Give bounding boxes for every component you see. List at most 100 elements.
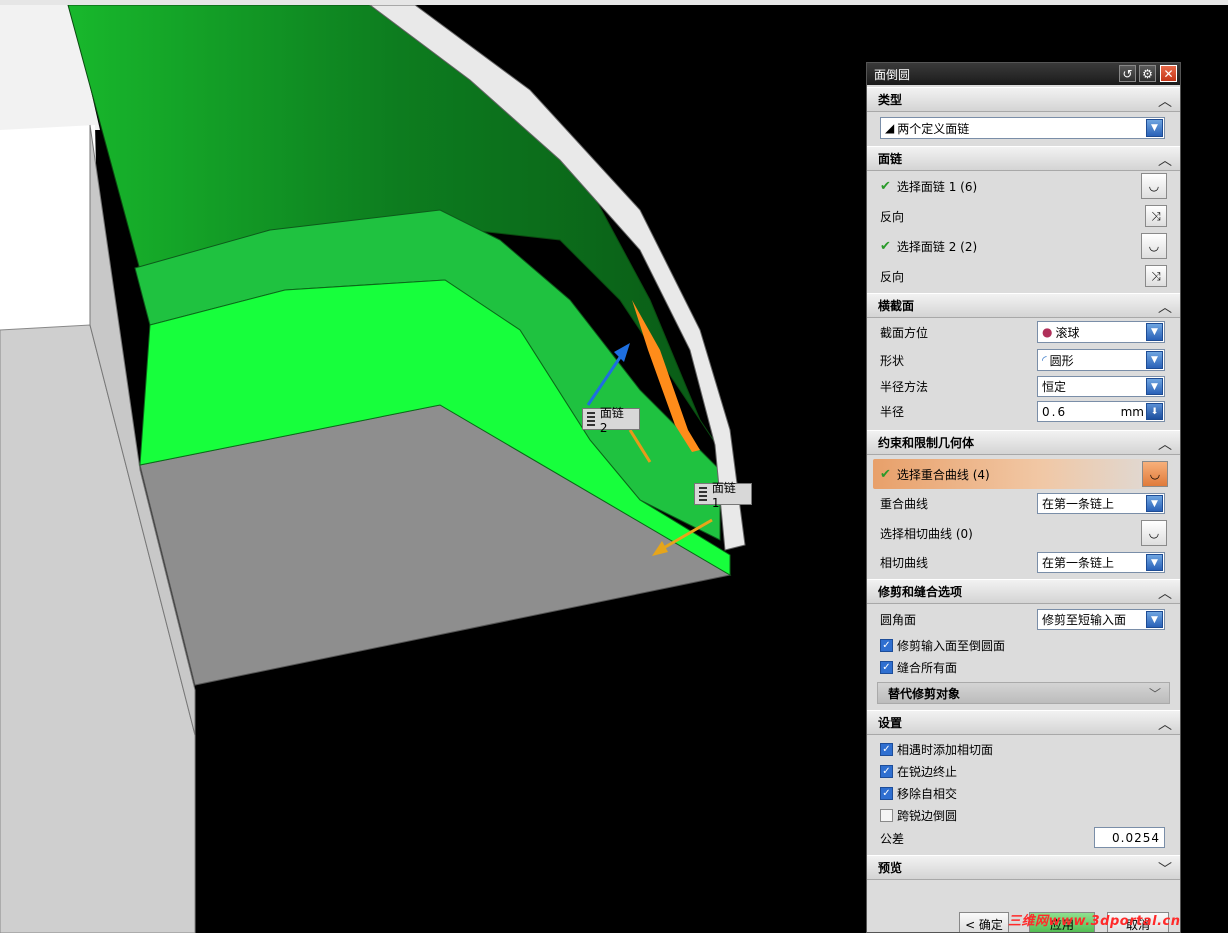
ok-button-label: < 确定	[965, 917, 1003, 932]
chevron-up-icon[interactable]: ︿	[1158, 91, 1172, 111]
section-constraint-header[interactable]: 约束和限制几何体 ︿	[867, 430, 1180, 455]
reverse-direction-icon[interactable]: ⤨	[1145, 205, 1167, 227]
section-trim-header[interactable]: 修剪和缝合选项 ︿	[867, 579, 1180, 604]
coincident-row: 重合曲线 在第一条链上 ▼	[867, 489, 1180, 518]
tangent-select[interactable]: 在第一条链上 ▼	[1037, 552, 1165, 573]
section-constraint-title: 约束和限制几何体	[878, 436, 975, 450]
sew-all-row[interactable]: ✓ 缝合所有面	[867, 656, 1180, 678]
face-chain-1-label[interactable]: 面链 1	[694, 481, 752, 510]
add-tangent-checkbox[interactable]: ✓	[880, 742, 893, 756]
chevron-down-icon[interactable]: ﹀	[1149, 685, 1161, 702]
tangent-row: 相切曲线 在第一条链上 ▼	[867, 548, 1180, 577]
close-icon[interactable]: ✕	[1160, 65, 1177, 82]
section-cross-header[interactable]: 横截面 ︿	[867, 293, 1180, 318]
gear-icon[interactable]: ⚙	[1139, 65, 1156, 82]
radius-input[interactable]: 0.6 mm ⬇	[1037, 401, 1165, 422]
shape-label: 形状	[880, 353, 905, 368]
chevron-up-icon[interactable]: ︿	[1158, 297, 1172, 317]
rolling-ball-icon: ●	[1042, 325, 1053, 339]
chevron-down-icon[interactable]: ▼	[1146, 351, 1163, 369]
chevron-down-icon[interactable]: ▼	[1146, 554, 1163, 571]
checkmark-icon: ✔	[880, 466, 891, 482]
select-face-icon[interactable]: ◡	[1141, 173, 1167, 199]
section-trim-title: 修剪和缝合选项	[878, 585, 963, 599]
shape-value: 圆形	[1049, 353, 1074, 368]
chevron-up-icon[interactable]: ︿	[1158, 714, 1172, 734]
select-face-icon[interactable]: ◡	[1141, 233, 1167, 259]
dialog-titlebar[interactable]: 面倒圆 ↺ ⚙ ✕	[867, 63, 1180, 85]
orient-select[interactable]: ● 滚球 ▼	[1037, 321, 1165, 343]
remove-self-row[interactable]: ✓ 移除自相交	[867, 782, 1180, 804]
trim-input-row[interactable]: ✓ 修剪输入面至倒圆面	[867, 634, 1180, 656]
select-curve-icon[interactable]: ◡	[1142, 461, 1168, 487]
chevron-up-icon[interactable]: ︿	[1158, 434, 1172, 454]
select-tangent-row[interactable]: 选择相切曲线 (0) ◡	[867, 518, 1180, 548]
reverse-1-row: 反向 ⤨	[867, 201, 1180, 231]
select-tangent-label: 选择相切曲线 (0)	[880, 526, 973, 541]
radius-unit: mm	[1120, 405, 1144, 419]
section-type-header[interactable]: 类型 ︿	[867, 87, 1180, 112]
chevron-up-icon[interactable]: ︿	[1158, 150, 1172, 170]
select-chain-1-row[interactable]: ✔ 选择面链 1 (6) ◡	[867, 171, 1180, 201]
checkmark-icon: ✔	[880, 178, 891, 194]
chevron-down-icon[interactable]: ▼	[1146, 323, 1163, 341]
method-select[interactable]: 恒定 ▼	[1037, 376, 1165, 397]
reset-icon[interactable]: ↺	[1119, 65, 1136, 82]
face-chain-2-label[interactable]: 面链 2	[582, 406, 640, 435]
method-value: 恒定	[1042, 380, 1067, 394]
radius-label: 半径	[880, 405, 905, 419]
stop-sharp-row[interactable]: ✓ 在锐边终止	[867, 760, 1180, 782]
chevron-down-icon[interactable]: ▼	[1146, 495, 1163, 512]
face-chain-1-text: 面链 1	[711, 480, 736, 510]
stop-sharp-label: 在锐边终止	[897, 764, 958, 779]
chevron-down-icon[interactable]: ▼	[1146, 378, 1163, 395]
ok-button[interactable]: < 确定	[959, 912, 1009, 932]
fillet-face-row: 圆角面 修剪至短输入面 ▼	[867, 604, 1180, 634]
circular-shape-icon: ◜	[1042, 353, 1047, 367]
orient-value: 滚球	[1055, 325, 1080, 340]
select-coincident-row[interactable]: ✔ 选择重合曲线 (4) ◡	[873, 459, 1174, 489]
section-settings-header[interactable]: 设置 ︿	[867, 710, 1180, 735]
shape-row: 形状 ◜ 圆形 ▼	[867, 346, 1180, 374]
chevron-up-icon[interactable]: ︿	[1158, 583, 1172, 603]
blend-type-icon: ◢	[885, 121, 895, 135]
sew-all-label: 缝合所有面	[897, 660, 958, 675]
coincident-select[interactable]: 在第一条链上 ▼	[1037, 493, 1165, 514]
chevron-down-icon[interactable]: ﹀	[1158, 859, 1172, 879]
select-chain-1-label: 选择面链 1 (6)	[896, 179, 978, 194]
reverse-direction-icon[interactable]: ⤨	[1145, 265, 1167, 287]
method-row: 半径方法 恒定 ▼	[867, 374, 1180, 399]
fillet-face-label: 圆角面	[880, 612, 917, 627]
top-strip	[0, 0, 1228, 5]
section-chain-header[interactable]: 面链 ︿	[867, 146, 1180, 171]
section-chain-title: 面链	[878, 152, 903, 166]
alt-trim-object-subsection[interactable]: 替代修剪对象 ﹀	[877, 682, 1170, 704]
reverse-2-row: 反向 ⤨	[867, 261, 1180, 291]
orient-label: 截面方位	[880, 325, 929, 340]
chevron-down-icon[interactable]: ▼	[1146, 611, 1163, 628]
select-chain-2-row[interactable]: ✔ 选择面链 2 (2) ◡	[867, 231, 1180, 261]
type-select[interactable]: ◢ 两个定义面链 ▼	[880, 117, 1165, 139]
orient-row: 截面方位 ● 滚球 ▼	[867, 318, 1180, 346]
grip-icon	[587, 412, 595, 426]
select-coincident-label: 选择重合曲线 (4)	[896, 467, 990, 482]
tolerance-input[interactable]: 0.0254	[1094, 827, 1165, 848]
sew-all-checkbox[interactable]: ✓	[880, 660, 893, 674]
fillet-face-select[interactable]: 修剪至短输入面 ▼	[1037, 609, 1165, 630]
reverse-2-label: 反向	[880, 269, 905, 284]
select-curve-icon[interactable]: ◡	[1141, 520, 1167, 546]
select-chain-2-label: 选择面链 2 (2)	[896, 239, 978, 254]
stop-sharp-checkbox[interactable]: ✓	[880, 764, 893, 778]
across-sharp-row[interactable]: ✓ 跨锐边倒圆	[867, 804, 1180, 826]
section-preview-header[interactable]: 预览 ﹀	[867, 855, 1180, 880]
add-tangent-row[interactable]: ✓ 相遇时添加相切面	[867, 738, 1180, 760]
trim-input-checkbox[interactable]: ✓	[880, 638, 893, 652]
shape-select[interactable]: ◜ 圆形 ▼	[1037, 349, 1165, 371]
tolerance-label: 公差	[880, 831, 905, 846]
chevron-down-icon[interactable]: ▼	[1146, 119, 1163, 137]
remove-self-checkbox[interactable]: ✓	[880, 786, 893, 800]
down-arrow-icon[interactable]: ⬇	[1146, 403, 1163, 420]
body-left-lower	[0, 125, 100, 330]
across-sharp-checkbox[interactable]: ✓	[880, 808, 893, 822]
checkmark-icon: ✔	[880, 238, 891, 254]
